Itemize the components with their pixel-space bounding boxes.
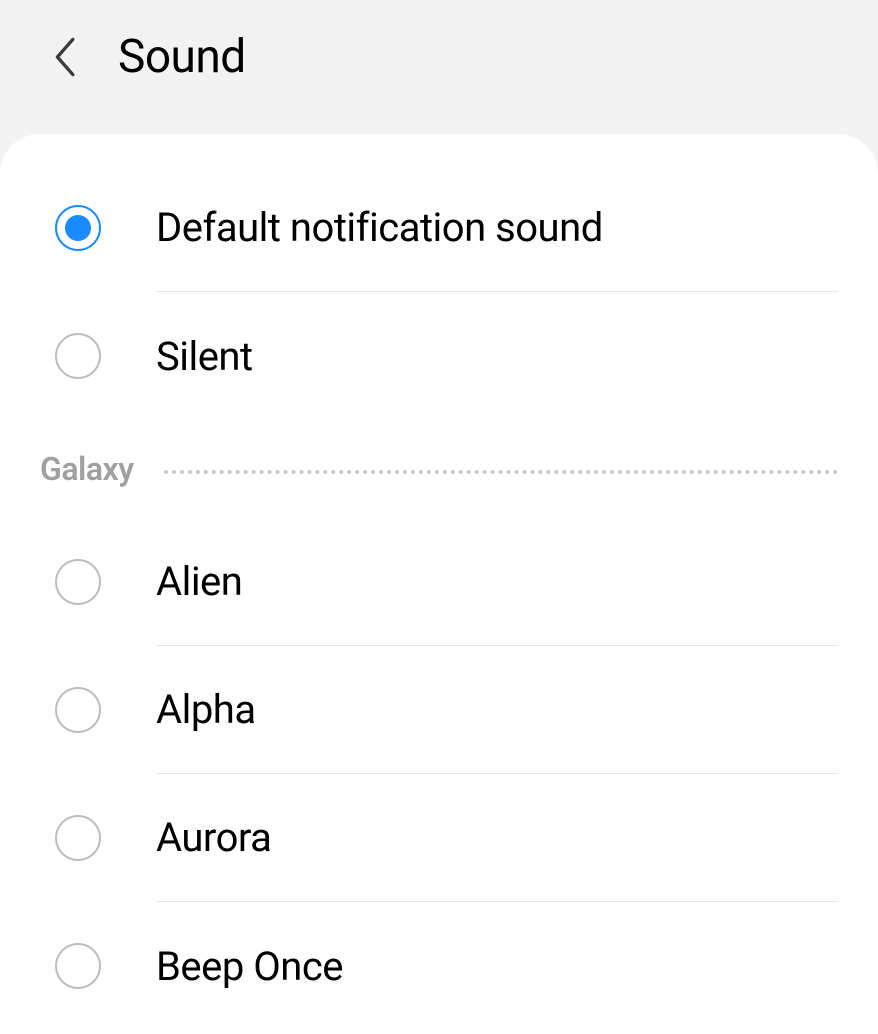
radio-selected-icon <box>55 205 101 251</box>
sound-option-default[interactable]: Default notification sound <box>0 164 878 292</box>
sound-option-alien[interactable]: Alien <box>0 518 878 646</box>
sound-option-label: Default notification sound <box>156 204 603 251</box>
sound-option-alpha[interactable]: Alpha <box>0 646 878 774</box>
sound-option-label: Aurora <box>156 814 271 861</box>
radio-unselected-icon <box>55 943 101 989</box>
section-divider-dotted <box>164 470 838 474</box>
sound-option-aurora[interactable]: Aurora <box>0 774 878 902</box>
sound-option-silent[interactable]: Silent <box>0 292 878 420</box>
section-header-galaxy: Galaxy <box>0 420 878 518</box>
page-header: Sound <box>0 0 878 134</box>
sound-option-beep-once[interactable]: Beep Once <box>0 902 878 1030</box>
radio-unselected-icon <box>55 333 101 379</box>
section-title: Galaxy <box>40 450 134 488</box>
back-icon[interactable] <box>50 35 78 79</box>
radio-unselected-icon <box>55 687 101 733</box>
sound-options-card: Default notification sound Silent Galaxy… <box>0 134 878 1034</box>
sound-option-label: Silent <box>156 333 253 380</box>
radio-unselected-icon <box>55 559 101 605</box>
sound-option-label: Alien <box>156 558 242 605</box>
radio-unselected-icon <box>55 815 101 861</box>
sound-option-label: Alpha <box>156 686 256 733</box>
sound-option-label: Beep Once <box>156 943 343 990</box>
page-title: Sound <box>118 30 246 84</box>
